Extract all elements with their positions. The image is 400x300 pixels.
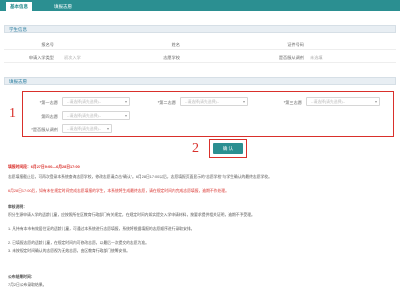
fourth-choice-placeholder: --请选择(请先选择)-- bbox=[67, 113, 102, 118]
third-choice-select[interactable]: --请选择(请先选择)-- ▾ bbox=[306, 97, 380, 106]
chevron-down-icon: ▾ bbox=[124, 99, 127, 104]
review-paragraph-4: 3. 未按规定时间确认的志愿视为无效志愿，由区教育行政部门统筹安排。 bbox=[8, 249, 130, 253]
chevron-down-icon: ▾ bbox=[124, 113, 127, 118]
admission-type-label: 申请入学类型 bbox=[28, 55, 54, 60]
notice-paragraph-2: 6月28日17:00后，如有未在规定时间完成志愿填报的学生，本系统将生成最终志愿… bbox=[8, 189, 229, 193]
annotation-number-1: 1 bbox=[9, 106, 16, 121]
fourth-choice-label: 第四志愿 bbox=[41, 114, 58, 119]
tab-basic-info[interactable]: 基本信息 bbox=[6, 2, 32, 11]
review-paragraph-2: 1. 凡持有本市有效居住证的适龄儿童，可通过本系统进行志愿填报，系统将根据填报的… bbox=[8, 227, 195, 231]
third-choice-placeholder: --请选择(请先选择)-- bbox=[311, 99, 346, 104]
id-number-label: 证件号码 bbox=[287, 42, 304, 47]
fill-time-notice: 填报时间段：6月27日9:00—6月28日17:00 bbox=[8, 165, 80, 169]
accept-adjustment-value: 未选填 bbox=[310, 55, 323, 60]
confirm-button[interactable]: 确 认 bbox=[213, 143, 243, 154]
tab-fill-choices[interactable]: 填报志愿 bbox=[50, 2, 76, 11]
registration-number-label: 报名号 bbox=[41, 42, 54, 47]
fourth-choice-select[interactable]: --请选择(请先选择)-- ▾ bbox=[62, 111, 130, 120]
top-tab-bar: 基本信息 填报志愿 bbox=[0, 0, 400, 11]
second-choice-label: *第二志愿 bbox=[157, 100, 176, 105]
second-choice-placeholder: --请选择(请先选择)-- bbox=[185, 99, 220, 104]
annotation-number-2: 2 bbox=[192, 141, 199, 156]
first-choice-placeholder: --请选择(请先选择)-- bbox=[67, 99, 102, 104]
student-info-row-2: 申请入学类型 初次入学 志愿学校 是否服从调剂 未选填 bbox=[4, 51, 396, 63]
choices-section-header: 填报志愿 bbox=[4, 77, 396, 85]
result-time-heading: 公布结果时间： bbox=[8, 275, 35, 279]
accept-adjustment-placeholder: --请选择(请先选择)-- bbox=[67, 126, 102, 131]
notice-paragraph-1: 志愿填报截止后，可再次登录本系统查询志愿学校，修改志愿请点击“确认”。6月28日… bbox=[8, 175, 272, 179]
review-paragraph-3: 2. 已填报志愿的适龄儿童，在规定时间内可修改志愿，以最后一次提交的志愿为准。 bbox=[8, 241, 149, 245]
review-heading: 审核说明： bbox=[8, 205, 27, 209]
choices-title: 填报志愿 bbox=[9, 79, 27, 84]
review-paragraph-1: 积分生源申请入学的适龄儿童，应按照所在区教育行政部门有关规定，在规定时间内如实提… bbox=[8, 213, 255, 217]
second-choice-select[interactable]: --请选择(请先选择)-- ▾ bbox=[180, 97, 248, 106]
choice-school-label: 志愿学校 bbox=[163, 55, 180, 60]
accept-adjustment-select[interactable]: --请选择(请先选择)-- ▾ bbox=[62, 124, 112, 133]
name-label: 姓名 bbox=[171, 42, 180, 47]
chevron-down-icon: ▾ bbox=[106, 126, 109, 131]
student-info-row-1: 报名号 姓名 证件号码 bbox=[4, 38, 396, 50]
result-time-text: 7月2日公布录取结果。 bbox=[8, 283, 47, 287]
student-info-title: 学生信息 bbox=[9, 27, 27, 32]
chevron-down-icon: ▾ bbox=[374, 99, 377, 104]
first-choice-select[interactable]: --请选择(请先选择)-- ▾ bbox=[62, 97, 130, 106]
third-choice-label: *第三志愿 bbox=[283, 100, 302, 105]
admission-type-value: 初次入学 bbox=[64, 55, 81, 60]
first-choice-label: *第一志愿 bbox=[39, 100, 58, 105]
accept-adjustment-label: 是否服从调剂 bbox=[278, 55, 304, 60]
student-info-section-header: 学生信息 bbox=[4, 25, 396, 33]
accept-adjustment-choice-label: *是否服从调剂 bbox=[31, 127, 58, 132]
chevron-down-icon: ▾ bbox=[242, 99, 245, 104]
